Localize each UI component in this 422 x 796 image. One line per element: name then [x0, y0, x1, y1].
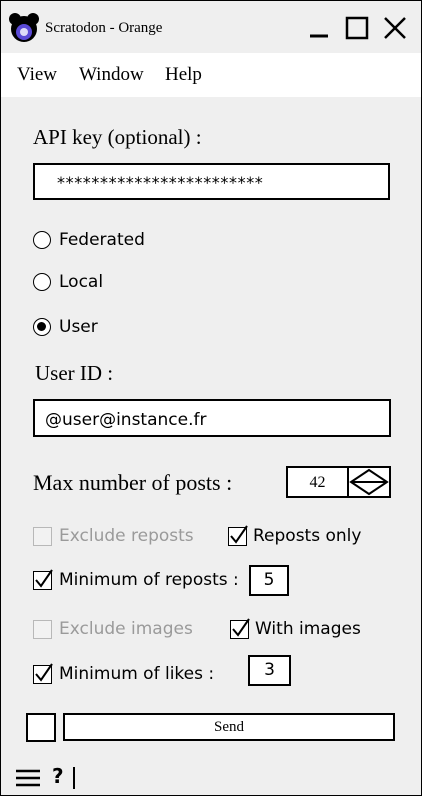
maximize-icon[interactable]	[344, 15, 370, 41]
app-logo-icon	[9, 13, 39, 42]
api-key-value: ************************	[57, 173, 264, 192]
min-likes-label: Minimum of likes :	[59, 664, 215, 684]
user-id-label: User ID :	[35, 361, 114, 385]
radio-local[interactable]	[33, 273, 51, 291]
min-likes-input[interactable]: 3	[248, 655, 291, 686]
menu-help[interactable]: Help	[165, 64, 202, 86]
toolbar-divider	[73, 767, 75, 789]
send-button[interactable]: Send	[63, 713, 395, 741]
api-key-label: API key (optional) :	[33, 125, 202, 149]
hamburger-menu-icon[interactable]	[15, 768, 41, 788]
radio-user[interactable]	[33, 318, 51, 336]
max-posts-value: 42	[309, 474, 326, 491]
radio-federated[interactable]	[33, 231, 51, 249]
send-option-box[interactable]	[26, 713, 56, 742]
app-window: Scratodon - Orange View Window Help API …	[0, 0, 422, 796]
menu-window[interactable]: Window	[79, 64, 144, 86]
with-images-checkbox[interactable]	[230, 618, 250, 639]
menu-view[interactable]: View	[17, 64, 57, 86]
minimize-icon[interactable]	[306, 15, 332, 41]
with-images-label: With images	[255, 619, 361, 639]
min-reposts-label: Minimum of reposts :	[59, 570, 239, 590]
radio-user-label: User	[59, 317, 98, 337]
exclude-images-checkbox[interactable]	[33, 620, 52, 639]
reposts-only-checkbox[interactable]	[228, 525, 248, 546]
min-reposts-checkbox[interactable]	[33, 569, 53, 590]
exclude-reposts-label: Exclude reposts	[59, 526, 194, 546]
spinner-arrows-icon[interactable]	[347, 466, 391, 498]
min-likes-checkbox[interactable]	[33, 663, 53, 684]
reposts-only-label: Reposts only	[253, 526, 362, 546]
user-id-input[interactable]: @user@instance.fr	[33, 399, 391, 437]
exclude-reposts-checkbox[interactable]	[33, 527, 52, 546]
radio-federated-label: Federated	[59, 230, 145, 250]
window-title: Scratodon - Orange	[45, 20, 163, 36]
menu-bar: View Window Help	[1, 53, 421, 97]
close-icon[interactable]	[382, 15, 408, 41]
user-id-value: @user@instance.fr	[45, 410, 207, 430]
title-bar: Scratodon - Orange	[1, 1, 421, 53]
help-button[interactable]: ?	[52, 764, 64, 788]
radio-local-label: Local	[59, 272, 104, 292]
max-posts-label: Max number of posts :	[33, 470, 233, 495]
max-posts-input[interactable]: 42	[286, 466, 349, 498]
exclude-images-label: Exclude images	[59, 619, 193, 639]
api-key-input[interactable]: ************************	[33, 163, 390, 200]
min-reposts-input[interactable]: 5	[249, 565, 289, 596]
